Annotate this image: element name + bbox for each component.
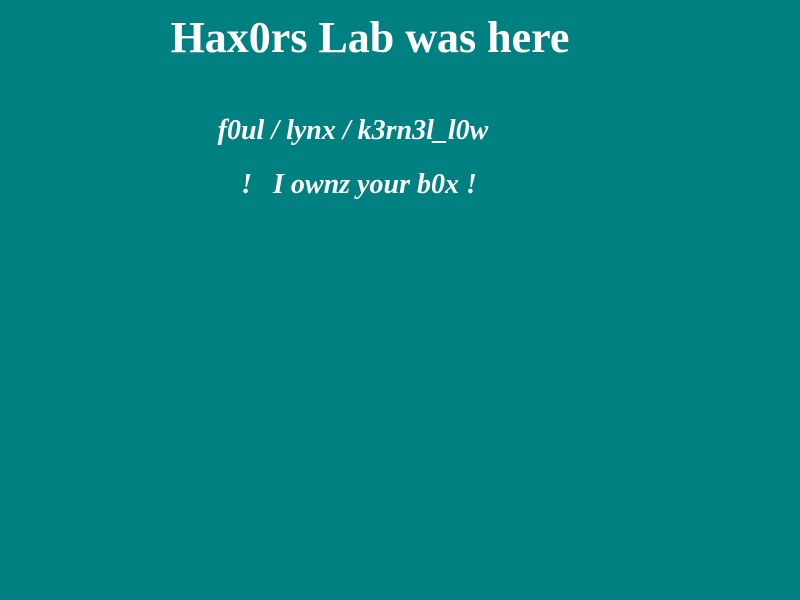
page-title: Hax0rs Lab was here [170, 13, 570, 62]
credits-line: f0ul / lynx / k3rn3l_l0w [217, 115, 489, 146]
defaced-page: Hax0rs Lab was here f0ul / lynx / k3rn3l… [0, 0, 800, 600]
taunt-message: ! I ownz your b0x ! [241, 169, 477, 200]
